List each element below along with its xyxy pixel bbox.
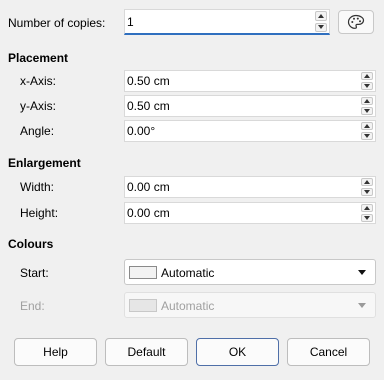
copies-value: 1 <box>127 15 134 29</box>
x-axis-spinner[interactable] <box>361 72 373 90</box>
help-button[interactable]: Help <box>14 338 97 366</box>
y-axis-spinner[interactable] <box>361 97 373 115</box>
copies-label: Number of copies: <box>8 16 106 30</box>
palette-icon <box>347 14 365 29</box>
spin-down-button[interactable] <box>361 82 373 90</box>
chevron-down-icon <box>358 303 366 308</box>
start-colour-value: Automatic <box>161 266 215 280</box>
spin-up-button[interactable] <box>361 97 373 105</box>
y-axis-label: y-Axis: <box>20 99 56 113</box>
x-axis-value: 0.50 cm <box>127 74 170 88</box>
height-field[interactable]: 0.00 cm <box>124 202 376 224</box>
copies-spinner[interactable] <box>315 11 327 32</box>
placement-heading: Placement <box>8 51 69 65</box>
arrow-up-icon <box>364 74 370 78</box>
arrow-up-icon <box>318 13 324 18</box>
width-label: Width: <box>20 180 55 194</box>
spin-down-button[interactable] <box>361 188 373 196</box>
width-spinner[interactable] <box>361 178 373 196</box>
spin-up-button[interactable] <box>361 178 373 186</box>
angle-field[interactable]: 0.00° <box>124 120 376 142</box>
x-axis-label: x-Axis: <box>20 74 56 88</box>
arrow-up-icon <box>364 99 370 103</box>
end-colour-dropdown: Automatic <box>124 292 376 318</box>
arrow-down-icon <box>364 216 370 220</box>
colour-swatch <box>129 299 157 312</box>
height-label: Height: <box>20 206 59 220</box>
arrow-up-icon <box>364 206 370 210</box>
angle-value: 0.00° <box>127 124 156 138</box>
color-picker-button[interactable] <box>338 10 374 34</box>
arrow-up-icon <box>364 124 370 128</box>
end-colour-value: Automatic <box>161 299 215 313</box>
spin-up-button[interactable] <box>315 11 327 21</box>
spin-down-button[interactable] <box>361 214 373 222</box>
y-axis-field[interactable]: 0.50 cm <box>124 95 376 117</box>
arrow-down-icon <box>318 25 324 30</box>
spin-up-button[interactable] <box>361 204 373 212</box>
angle-label: Angle: <box>20 124 55 138</box>
spin-up-button[interactable] <box>361 72 373 80</box>
arrow-down-icon <box>364 134 370 138</box>
enlargement-heading: Enlargement <box>8 156 81 170</box>
copies-field[interactable]: 1 <box>124 9 330 35</box>
y-axis-value: 0.50 cm <box>127 99 170 113</box>
default-button[interactable]: Default <box>105 338 188 366</box>
colour-swatch <box>129 266 157 279</box>
start-colour-dropdown[interactable]: Automatic <box>124 259 376 285</box>
arrow-down-icon <box>364 84 370 88</box>
arrow-up-icon <box>364 180 370 184</box>
spin-down-button[interactable] <box>361 107 373 115</box>
height-value: 0.00 cm <box>127 206 170 220</box>
height-spinner[interactable] <box>361 204 373 222</box>
cancel-button[interactable]: Cancel <box>287 338 370 366</box>
end-label: End: <box>20 299 45 313</box>
arrow-down-icon <box>364 190 370 194</box>
arrow-down-icon <box>364 109 370 113</box>
spin-down-button[interactable] <box>361 132 373 140</box>
chevron-down-icon <box>358 270 366 275</box>
x-axis-field[interactable]: 0.50 cm <box>124 70 376 92</box>
width-value: 0.00 cm <box>127 180 170 194</box>
ok-button[interactable]: OK <box>196 338 279 366</box>
start-label: Start: <box>20 266 49 280</box>
spin-down-button[interactable] <box>315 22 327 32</box>
angle-spinner[interactable] <box>361 122 373 140</box>
colours-heading: Colours <box>8 237 54 251</box>
width-field[interactable]: 0.00 cm <box>124 176 376 198</box>
spin-up-button[interactable] <box>361 122 373 130</box>
